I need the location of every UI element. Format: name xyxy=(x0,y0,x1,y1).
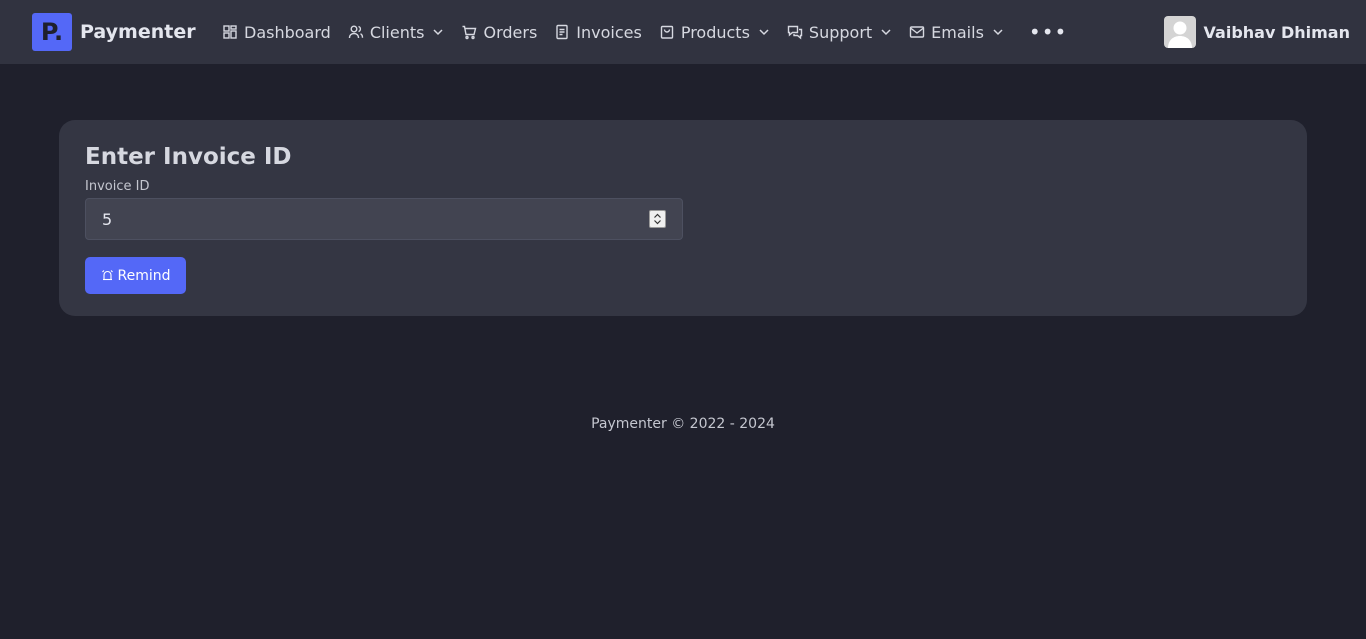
nav-item-label: Orders xyxy=(483,22,538,42)
nav-item-dashboard[interactable]: Dashboard xyxy=(222,0,331,64)
nav-item-label: Clients xyxy=(369,22,425,42)
main-nav: Dashboard Clients Orders Invoices Produc… xyxy=(222,0,1067,64)
brand[interactable]: P. Paymenter xyxy=(32,13,196,51)
nav-item-emails[interactable]: Emails xyxy=(909,0,1004,64)
nav-item-label: Products xyxy=(680,22,750,42)
number-stepper[interactable] xyxy=(649,210,666,228)
more-menu-button[interactable]: ••• xyxy=(1029,0,1067,64)
brand-name: Paymenter xyxy=(80,21,196,43)
user-menu[interactable]: Vaibhav Dhiman xyxy=(1163,16,1350,48)
users-icon xyxy=(348,24,364,40)
remind-button-label: Remind xyxy=(117,267,171,284)
nav-item-invoices[interactable]: Invoices xyxy=(554,0,642,64)
user-name: Vaibhav Dhiman xyxy=(1203,22,1350,42)
invoice-id-value: 5 xyxy=(102,210,113,229)
nav-item-support[interactable]: Support xyxy=(787,0,892,64)
bell-icon xyxy=(101,269,114,282)
remind-button[interactable]: Remind xyxy=(85,257,186,294)
document-icon xyxy=(554,24,570,40)
top-navbar: P. Paymenter Dashboard Clients Orders In… xyxy=(0,0,1366,64)
chevron-down-icon xyxy=(758,26,770,38)
chevron-down-icon xyxy=(880,26,892,38)
footer-copyright: Paymenter © 2022 - 2024 xyxy=(591,416,775,432)
nav-item-label: Dashboard xyxy=(244,22,331,42)
mail-icon xyxy=(909,24,925,40)
cart-icon xyxy=(461,24,477,40)
nav-item-label: Emails xyxy=(931,22,984,42)
invoice-id-label: Invoice ID xyxy=(85,179,150,194)
invoice-reminder-card: Enter Invoice ID Invoice ID 5 Remind xyxy=(59,120,1307,316)
nav-item-products[interactable]: Products xyxy=(659,0,770,64)
logo: P. xyxy=(32,13,72,51)
nav-item-orders[interactable]: Orders xyxy=(461,0,537,64)
chevron-down-icon xyxy=(992,26,1004,38)
avatar xyxy=(1163,16,1196,48)
bag-icon xyxy=(659,24,675,40)
page-title: Enter Invoice ID xyxy=(85,144,292,170)
nav-item-label: Invoices xyxy=(576,22,642,42)
nav-item-clients[interactable]: Clients xyxy=(348,0,445,64)
invoice-id-input[interactable]: 5 xyxy=(85,198,683,240)
chat-icon xyxy=(787,24,803,40)
chevron-down-icon xyxy=(432,26,444,38)
nav-item-label: Support xyxy=(808,22,873,42)
grid-icon xyxy=(222,24,238,40)
